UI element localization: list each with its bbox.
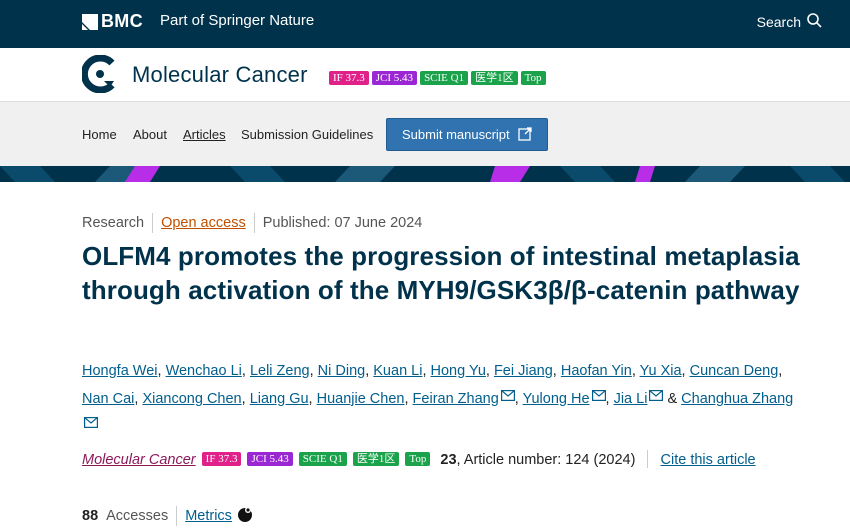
top-bar: BMC Part of Springer Nature Search	[0, 0, 850, 48]
article-meta: Research Open access Published: 07 June …	[82, 213, 422, 233]
journal-badges: IF 37.3 JCI 5.43 SCIE Q1 医学1区 Top	[329, 71, 546, 85]
journal-title[interactable]: Molecular Cancer	[132, 62, 308, 88]
author-link[interactable]: Jia Li	[614, 391, 648, 407]
authors-ampersand: &	[667, 390, 678, 407]
divider	[152, 213, 154, 233]
journal-header: Molecular Cancer IF 37.3 JCI 5.43 SCIE Q…	[0, 48, 850, 102]
author-link[interactable]: Fei Jiang	[494, 363, 553, 379]
email-icon[interactable]	[591, 385, 606, 411]
author-link[interactable]: Wenchao Li	[166, 363, 242, 379]
cite-this-article-link[interactable]: Cite this article	[661, 452, 756, 468]
email-icon[interactable]	[84, 412, 99, 438]
molecular-cancer-logo-icon[interactable]	[80, 54, 118, 94]
author-link[interactable]: Yulong He	[523, 391, 590, 407]
author-link[interactable]: Huanjie Chen	[317, 391, 405, 407]
journal-link[interactable]: Molecular Cancer	[82, 452, 196, 468]
email-icon[interactable]	[649, 385, 664, 411]
author-link[interactable]: Hongfa Wei	[82, 363, 158, 379]
accesses-label: Accesses	[106, 508, 169, 524]
journal-nav: Home About Articles Submission Guideline…	[0, 102, 850, 166]
divider	[647, 450, 649, 468]
nav-home[interactable]: Home	[82, 127, 117, 142]
badge-cas-zone: 医学1区	[471, 71, 518, 85]
article-number: , Article number: 124 (2024)	[456, 452, 636, 468]
decorative-pattern	[0, 166, 850, 182]
submit-manuscript-label: Submit manuscript	[402, 127, 510, 142]
badge-top: Top	[405, 452, 431, 466]
bmc-logo[interactable]: BMC	[82, 11, 143, 32]
badge-top: Top	[520, 71, 546, 85]
bmc-square-logo-icon	[82, 13, 98, 30]
published-date: Published: 07 June 2024	[262, 215, 423, 231]
author-link[interactable]: Xiancong Chen	[142, 391, 241, 407]
nav-submission-guidelines[interactable]: Submission Guidelines	[241, 127, 373, 142]
author-link[interactable]: Haofan Yin	[561, 363, 632, 379]
author-link[interactable]: Cuncan Deng	[690, 363, 779, 379]
badge-jci: JCI 5.43	[371, 71, 418, 85]
email-icon[interactable]	[500, 385, 515, 411]
author-link[interactable]: Changhua Zhang	[681, 391, 793, 407]
citation-line: Molecular Cancer IF 37.3 JCI 5.43 SCIE Q…	[82, 449, 802, 471]
author-link[interactable]: Feiran Zhang	[413, 391, 499, 407]
article-type: Research	[82, 215, 145, 231]
badge-cas-zone: 医学1区	[352, 452, 400, 466]
search-button[interactable]: Search	[757, 13, 822, 31]
badge-scie: SCIE Q1	[420, 71, 469, 85]
volume-number: 23	[440, 452, 457, 468]
badge-impact-factor: IF 37.3	[329, 71, 369, 85]
nav-about[interactable]: About	[133, 127, 167, 142]
part-of-springer-nature[interactable]: Part of Springer Nature	[160, 12, 314, 29]
badge-jci: JCI 5.43	[247, 452, 293, 466]
author-link[interactable]: Nan Cai	[82, 391, 134, 407]
author-link[interactable]: Hong Yu	[431, 363, 486, 379]
author-link[interactable]: Liang Gu	[250, 391, 309, 407]
external-link-icon	[518, 126, 533, 144]
metrics-link[interactable]: Metrics	[185, 508, 232, 524]
author-link[interactable]: Leli Zeng	[250, 363, 310, 379]
bmc-brand: BMC	[101, 11, 143, 31]
metrics-line: 88 Accesses Metrics	[82, 506, 254, 526]
author-link[interactable]: Ni Ding	[318, 363, 366, 379]
search-label: Search	[756, 14, 801, 30]
article-title: OLFM4 promotes the progression of intest…	[82, 241, 800, 305]
submit-manuscript-button[interactable]: Submit manuscript	[386, 118, 548, 151]
badge-impact-factor: IF 37.3	[201, 452, 242, 466]
author-list: Hongfa Wei, Wenchao Li, Leli Zeng, Ni Di…	[82, 359, 802, 440]
altmetric-icon[interactable]	[236, 505, 254, 527]
divider	[176, 506, 178, 526]
author-link[interactable]: Kuan Li	[373, 363, 422, 379]
author-link[interactable]: Yu Xia	[640, 363, 682, 379]
open-access-link[interactable]: Open access	[161, 215, 246, 231]
accesses-count: 88	[82, 508, 99, 524]
badge-scie: SCIE Q1	[298, 452, 347, 466]
divider	[253, 213, 255, 233]
nav-articles[interactable]: Articles	[183, 127, 226, 142]
search-icon	[807, 13, 822, 31]
